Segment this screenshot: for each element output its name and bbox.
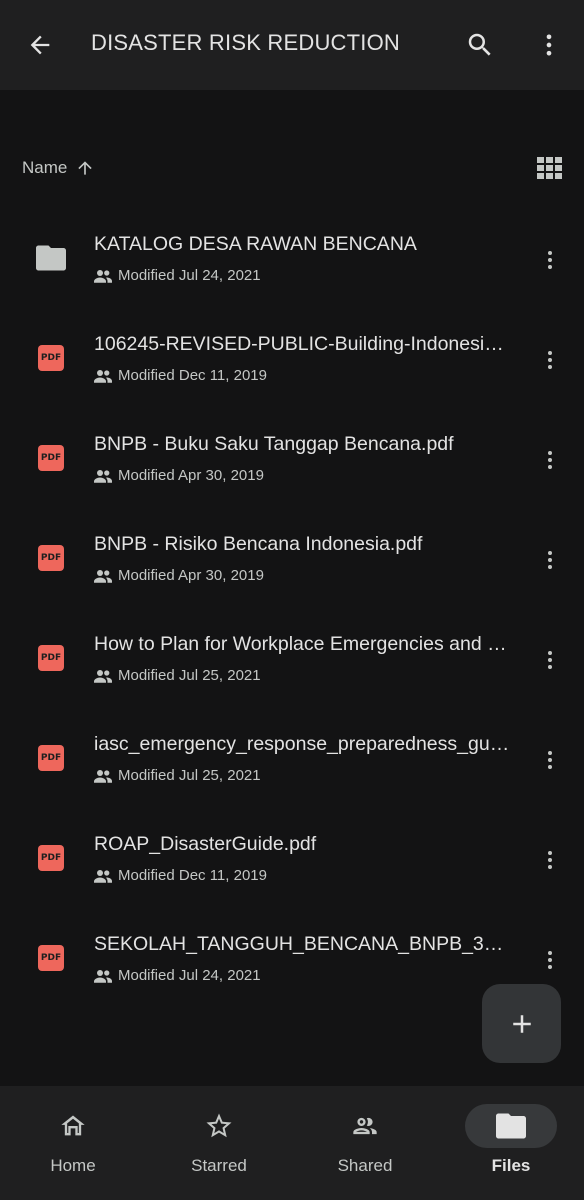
file-row-pdf[interactable]: PDF 106245-REVISED-PUBLIC-Building-Indon…	[0, 300, 584, 400]
file-meta: Modified Dec 11, 2019	[94, 367, 267, 384]
grid-view-icon	[537, 157, 562, 179]
search-button[interactable]	[456, 21, 504, 69]
file-more-button[interactable]	[526, 436, 574, 484]
sort-by-name-button[interactable]: Name	[22, 154, 95, 182]
file-name: 106245-REVISED-PUBLIC-Building-Indonesia…	[94, 333, 512, 355]
file-meta: Modified Jul 25, 2021	[94, 767, 261, 784]
shared-people-icon	[94, 569, 112, 583]
file-more-button[interactable]	[526, 736, 574, 784]
nav-home[interactable]: Home	[0, 1086, 146, 1200]
nav-label: Files	[491, 1156, 531, 1175]
nav-label: Starred	[191, 1156, 247, 1175]
more-vert-icon	[548, 851, 552, 869]
file-name: How to Plan for Workplace Emergencies an…	[94, 633, 512, 655]
modified-date: Modified Jul 24, 2021	[118, 267, 261, 284]
sort-bar: Name	[0, 140, 584, 196]
nav-starred-pill	[173, 1104, 265, 1148]
pdf-icon: PDF	[36, 544, 66, 572]
nav-shared[interactable]: Shared	[292, 1086, 438, 1200]
pdf-icon: PDF	[36, 444, 66, 472]
file-more-button[interactable]	[526, 636, 574, 684]
star-icon	[206, 1113, 232, 1138]
file-list: KATALOG DESA RAWAN BENCANA Modified Jul …	[0, 200, 584, 1000]
file-name: ROAP_DisasterGuide.pdf	[94, 833, 317, 855]
home-icon	[61, 1115, 85, 1136]
more-vert-icon	[548, 751, 552, 769]
file-meta: Modified Jul 24, 2021	[94, 267, 261, 284]
pdf-icon: PDF	[36, 944, 66, 972]
file-row-folder[interactable]: KATALOG DESA RAWAN BENCANA Modified Jul …	[0, 200, 584, 300]
folder-icon	[36, 244, 66, 272]
file-row-pdf[interactable]: PDF ROAP_DisasterGuide.pdf Modified Dec …	[0, 800, 584, 900]
more-vert-icon	[548, 951, 552, 969]
file-more-button[interactable]	[526, 936, 574, 984]
modified-date: Modified Dec 11, 2019	[118, 867, 267, 884]
bottom-navigation: Home Starred Shared Files	[0, 1086, 584, 1200]
modified-date: Modified Jul 25, 2021	[118, 667, 261, 684]
nav-label: Shared	[337, 1156, 393, 1175]
search-icon	[468, 33, 491, 56]
file-meta: Modified Dec 11, 2019	[94, 867, 267, 884]
nav-home-pill	[27, 1104, 119, 1148]
pdf-icon: PDF	[36, 344, 66, 372]
pdf-icon: PDF	[36, 644, 66, 672]
add-new-button[interactable]	[482, 984, 561, 1063]
more-vert-icon	[548, 651, 552, 669]
nav-shared-pill	[319, 1104, 411, 1148]
people-icon	[353, 1117, 377, 1135]
file-row-pdf[interactable]: PDF How to Plan for Workplace Emergencie…	[0, 600, 584, 700]
more-vert-icon	[548, 351, 552, 369]
file-row-pdf[interactable]: PDF BNPB - Buku Saku Tanggap Bencana.pdf…	[0, 400, 584, 500]
file-name: iasc_emergency_response_preparedness_gui…	[94, 733, 512, 755]
page-title: DISASTER RISK REDUCTION	[91, 30, 400, 55]
nav-label: Home	[50, 1156, 96, 1175]
file-name: BNPB - Risiko Bencana Indonesia.pdf	[94, 533, 423, 555]
file-name: KATALOG DESA RAWAN BENCANA	[94, 233, 417, 255]
pdf-icon: PDF	[36, 844, 66, 872]
modified-date: Modified Apr 30, 2019	[118, 467, 264, 484]
arrow-upward-icon	[78, 161, 93, 175]
shared-people-icon	[94, 369, 112, 383]
shared-people-icon	[94, 869, 112, 883]
app-bar: DISASTER RISK REDUCTION	[0, 0, 584, 90]
more-vert-icon	[546, 34, 552, 56]
folder-icon	[496, 1113, 526, 1139]
grid-view-button[interactable]	[528, 148, 572, 188]
file-name: SEKOLAH_TANGGUH_BENCANA_BNPB_3F.pdf	[94, 933, 512, 955]
shared-people-icon	[94, 669, 112, 683]
nav-files-pill	[465, 1104, 557, 1148]
file-more-button[interactable]	[526, 836, 574, 884]
back-button[interactable]	[16, 21, 64, 69]
more-vert-icon	[548, 251, 552, 269]
file-name: BNPB - Buku Saku Tanggap Bencana.pdf	[94, 433, 454, 455]
more-vert-icon	[548, 451, 552, 469]
modified-date: Modified Dec 11, 2019	[118, 367, 267, 384]
shared-people-icon	[94, 469, 112, 483]
file-meta: Modified Jul 24, 2021	[94, 967, 261, 984]
file-more-button[interactable]	[526, 236, 574, 284]
shared-people-icon	[94, 969, 112, 983]
file-meta: Modified Apr 30, 2019	[94, 467, 264, 484]
nav-starred[interactable]: Starred	[146, 1086, 292, 1200]
shared-people-icon	[94, 269, 112, 283]
sort-label: Name	[22, 158, 68, 177]
file-meta: Modified Jul 25, 2021	[94, 667, 261, 684]
file-more-button[interactable]	[526, 536, 574, 584]
pdf-icon: PDF	[36, 744, 66, 772]
file-more-button[interactable]	[526, 336, 574, 384]
shared-people-icon	[94, 769, 112, 783]
modified-date: Modified Jul 25, 2021	[118, 767, 261, 784]
nav-files[interactable]: Files	[438, 1086, 584, 1200]
more-options-button[interactable]	[525, 21, 573, 69]
file-row-pdf[interactable]: PDF BNPB - Risiko Bencana Indonesia.pdf …	[0, 500, 584, 600]
modified-date: Modified Apr 30, 2019	[118, 567, 264, 584]
arrow-back-icon	[30, 35, 50, 55]
modified-date: Modified Jul 24, 2021	[118, 967, 261, 984]
file-meta: Modified Apr 30, 2019	[94, 567, 264, 584]
add-icon	[512, 1014, 531, 1033]
file-row-pdf[interactable]: PDF iasc_emergency_response_preparedness…	[0, 700, 584, 800]
more-vert-icon	[548, 551, 552, 569]
